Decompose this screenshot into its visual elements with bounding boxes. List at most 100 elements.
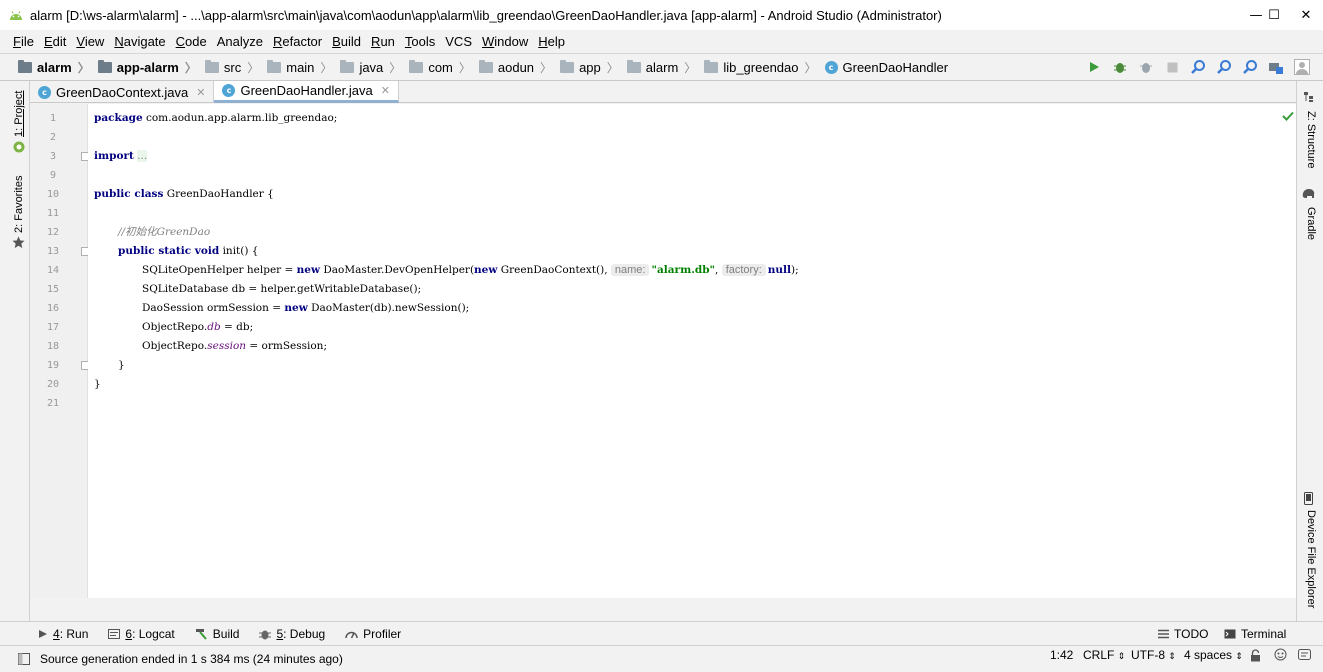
toggle-tool-windows-icon[interactable] <box>18 653 30 665</box>
project-structure-button[interactable] <box>1263 57 1289 77</box>
build-tool-tab[interactable]: Build <box>195 627 239 641</box>
menu-item[interactable]: Edit <box>44 34 66 49</box>
breadcrumb-item[interactable]: src 〉 <box>204 59 265 76</box>
terminal-tool-tab[interactable]: Terminal <box>1224 627 1286 641</box>
profiler-tool-tab[interactable]: Profiler <box>345 627 401 641</box>
lock-icon[interactable] <box>1250 649 1261 662</box>
search-button-2[interactable] <box>1211 57 1237 77</box>
line-number-gutter: 1 2 3 9 10 11 12 13 14 15 16 17 18 19 20… <box>30 104 90 598</box>
project-structure-icon <box>1269 62 1283 74</box>
menu-item[interactable]: File <box>13 34 34 49</box>
search-button-3[interactable] <box>1237 57 1263 77</box>
folder-icon <box>340 59 355 73</box>
tab-greendaohandler[interactable]: c GreenDaoHandler.java ✕ <box>214 81 399 103</box>
breadcrumb-item[interactable]: app-alarm 〉 <box>97 59 203 76</box>
line-number: 19 <box>46 360 60 371</box>
menu-item[interactable]: Code <box>176 34 207 49</box>
run-icon <box>1090 62 1099 72</box>
maximize-button[interactable]: ☐ <box>1240 0 1280 30</box>
collapsed-imports[interactable]: ... <box>137 150 148 162</box>
editor-tabs: c GreenDaoContext.java ✕ c GreenDaoHandl… <box>30 81 1296 103</box>
menu-item[interactable]: View <box>76 34 104 49</box>
parameter-hint: name: <box>610 264 650 276</box>
menu-item[interactable]: Help <box>538 34 565 49</box>
breadcrumb-item[interactable]: com 〉 <box>409 59 477 76</box>
search-button-1[interactable] <box>1185 57 1211 77</box>
logcat-tool-tab[interactable]: 6: Logcat <box>108 627 175 641</box>
line-number: 10 <box>46 189 60 200</box>
chevron-updown-icon: ⇕ <box>1168 651 1176 661</box>
close-window-button[interactable]: ✕ <box>1289 0 1323 30</box>
code-editor[interactable]: package com.aodun.app.alarm.lib_greendao… <box>88 104 1296 598</box>
line-number: 15 <box>46 284 60 295</box>
structure-tool-tab[interactable]: Z: Structure <box>1305 111 1317 168</box>
breadcrumb-item[interactable]: java 〉 <box>340 59 407 76</box>
list-icon <box>1158 629 1169 639</box>
caret-position[interactable]: 1:42 <box>1050 648 1073 662</box>
breadcrumb-item[interactable]: c GreenDaoHandler <box>824 60 948 75</box>
device-file-explorer-tool-tab[interactable]: Device File Explorer <box>1305 510 1317 608</box>
project-tool-tab[interactable]: 1: Project <box>13 91 25 137</box>
close-tab-icon[interactable]: ✕ <box>381 84 390 97</box>
close-tab-icon[interactable]: ✕ <box>196 86 205 99</box>
breadcrumb-item[interactable]: alarm 〉 <box>626 59 703 76</box>
debug-button[interactable] <box>1107 57 1133 77</box>
code-line: } <box>118 359 125 371</box>
code-line: import ... <box>94 150 148 162</box>
breadcrumb-item[interactable]: lib_greendao 〉 <box>704 59 822 76</box>
gradle-tool-tab[interactable]: Gradle <box>1305 207 1317 240</box>
search-icon <box>1191 60 1205 74</box>
gauge-icon <box>345 629 358 639</box>
debug-tool-tab[interactable]: 5: Debug <box>259 627 325 641</box>
run-tool-tab[interactable]: 4: Run <box>38 627 88 641</box>
menu-item[interactable]: Run <box>371 34 395 49</box>
breadcrumb-item[interactable]: main 〉 <box>267 59 338 76</box>
indent-selector[interactable]: 4 spaces ⇕ <box>1184 648 1243 662</box>
code-line: package com.aodun.app.alarm.lib_greendao… <box>94 112 338 124</box>
breadcrumb-item[interactable]: aodun 〉 <box>478 59 558 76</box>
account-button[interactable] <box>1289 57 1315 77</box>
structure-icon <box>1304 92 1313 102</box>
logcat-icon <box>108 628 121 639</box>
left-tool-strip: 1: Project 2: Favorites <box>0 81 30 621</box>
inspector-face-icon[interactable] <box>1274 648 1287 661</box>
code-line: //初始化GreenDao <box>118 226 211 238</box>
chevron-right-icon: 〉 <box>804 60 817 75</box>
debug-bug-icon <box>1114 63 1126 73</box>
menu-item[interactable]: VCS <box>445 34 472 49</box>
chevron-right-icon: 〉 <box>320 60 333 75</box>
menu-item[interactable]: Navigate <box>114 34 165 49</box>
device-icon <box>1304 492 1313 505</box>
menu-item[interactable]: Refactor <box>273 34 322 49</box>
chevron-updown-icon: ⇕ <box>1235 651 1243 661</box>
line-separator-selector[interactable]: CRLF ⇕ <box>1083 648 1125 662</box>
menu-item[interactable]: Analyze <box>217 34 263 49</box>
breadcrumb-item[interactable]: app 〉 <box>560 59 625 76</box>
maximize-icon: ☐ <box>1268 7 1280 23</box>
menu-item[interactable]: Tools <box>405 34 435 49</box>
android-icon <box>10 11 22 20</box>
folder-icon <box>626 59 641 73</box>
class-icon: c <box>222 84 236 97</box>
encoding-selector[interactable]: UTF-8 ⇕ <box>1131 648 1176 662</box>
event-log-icon[interactable] <box>1298 648 1311 661</box>
tab-greendaocontext[interactable]: c GreenDaoContext.java ✕ <box>30 81 215 103</box>
chevron-updown-icon: ⇕ <box>1117 651 1126 661</box>
android-project-icon <box>13 141 25 153</box>
menu-item[interactable]: Window <box>482 34 528 49</box>
class-icon: c <box>824 60 838 74</box>
favorites-tool-tab[interactable]: 2: Favorites <box>13 176 25 233</box>
line-number: 1 <box>49 113 57 124</box>
stop-button[interactable] <box>1159 57 1185 77</box>
line-number: 18 <box>46 341 60 352</box>
todo-tool-tab[interactable]: TODO <box>1158 627 1208 641</box>
gradle-elephant-icon <box>1302 189 1315 198</box>
code-line: } <box>94 378 101 390</box>
run-button[interactable] <box>1081 57 1107 77</box>
breadcrumb-item[interactable]: alarm 〉 <box>18 59 96 76</box>
attach-debugger-button[interactable] <box>1133 57 1159 77</box>
chevron-right-icon: 〉 <box>684 60 697 75</box>
parameter-hint: factory: <box>721 264 766 276</box>
menu-item[interactable]: Build <box>332 34 361 49</box>
chevron-right-icon: 〉 <box>77 60 90 75</box>
